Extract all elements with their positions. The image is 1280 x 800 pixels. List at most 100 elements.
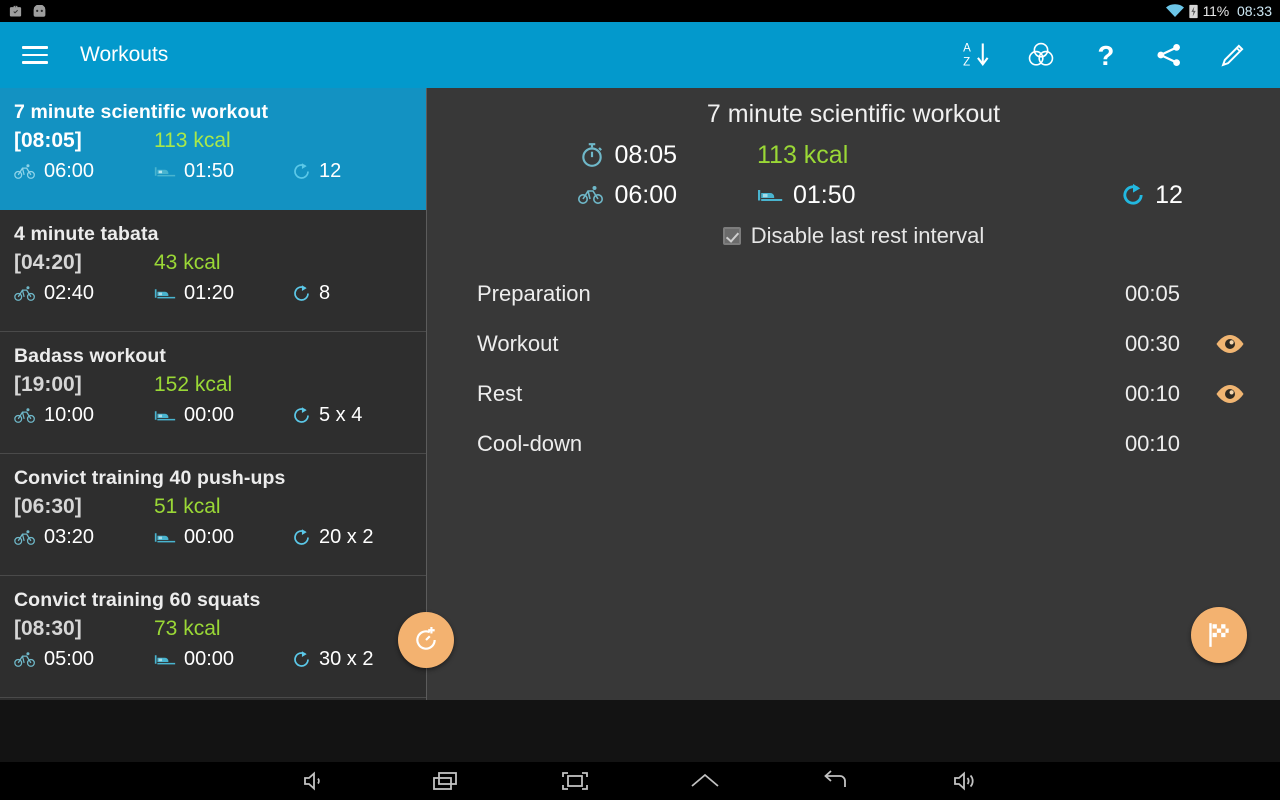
interval-name: Cool-down bbox=[477, 431, 583, 456]
battery-charging-icon bbox=[1188, 4, 1198, 18]
volume-high-icon bbox=[954, 771, 974, 791]
hamburger-menu-icon[interactable] bbox=[22, 38, 56, 72]
workout-name: 4 minute tabata bbox=[14, 223, 159, 245]
workout-name: 7 minute scientific workout bbox=[14, 101, 269, 123]
app-toolbar: Workouts A Z ? bbox=[0, 22, 1280, 88]
start-workout-fab[interactable] bbox=[1191, 607, 1247, 663]
interval-name: Rest bbox=[477, 381, 523, 406]
system-navigation-bar bbox=[0, 762, 1280, 800]
pencil-edit-icon bbox=[1221, 44, 1244, 67]
interval-time: 00:05 bbox=[1124, 281, 1180, 306]
back-button[interactable] bbox=[800, 764, 870, 798]
stopwatch-icon bbox=[580, 142, 604, 168]
bed-icon bbox=[757, 186, 783, 204]
workout-list-item[interactable]: 7 minute scientific workout [08:05] 113 … bbox=[0, 88, 426, 210]
bicycle-icon bbox=[14, 163, 36, 180]
workout-name: Convict training 60 squats bbox=[14, 589, 261, 611]
workout-list-item[interactable]: 4 minute tabata [04:20] 43 kcal 02:40 01… bbox=[0, 210, 426, 332]
checkbox-box[interactable] bbox=[722, 227, 741, 245]
detail-active-time: 06:00 bbox=[614, 180, 677, 209]
detail-title: 7 minute scientific workout bbox=[706, 100, 1001, 128]
bicycle-icon bbox=[14, 529, 36, 546]
venn-circles-icon bbox=[1028, 42, 1054, 66]
disable-last-rest-checkbox[interactable]: Disable last rest interval bbox=[427, 217, 1280, 255]
filter-tags-button[interactable] bbox=[1020, 34, 1062, 76]
ad-zone: x bbox=[0, 700, 1280, 762]
share-button[interactable] bbox=[1148, 34, 1190, 76]
interval-time: 00:10 bbox=[1124, 431, 1180, 456]
recents-icon bbox=[433, 772, 457, 790]
bed-icon bbox=[154, 164, 176, 179]
interval-time: 00:10 bbox=[1124, 381, 1180, 406]
bicycle-icon bbox=[14, 651, 36, 668]
workout-kcal: 113 kcal bbox=[154, 129, 231, 152]
edit-button[interactable] bbox=[1212, 34, 1254, 76]
detail-repeats: 12 bbox=[1155, 180, 1183, 209]
workout-active-time: 03:20 bbox=[44, 526, 95, 548]
workout-repeats: 8 bbox=[319, 282, 331, 304]
workout-list-item[interactable]: Convict training 60 squats [08:30] 73 kc… bbox=[0, 576, 426, 698]
fullscreen-icon bbox=[562, 772, 588, 790]
sort-alphabetical-icon: A Z bbox=[963, 43, 989, 68]
back-arrow-icon bbox=[824, 770, 846, 787]
interval-time: 00:30 bbox=[1124, 331, 1180, 356]
interval-name: Preparation bbox=[477, 281, 591, 306]
interval-eye-slot[interactable] bbox=[1180, 384, 1280, 404]
workout-total-time: [19:00] bbox=[14, 373, 82, 396]
workout-rest-time: 00:00 bbox=[184, 404, 235, 426]
detail-total-time: 08:05 bbox=[614, 140, 677, 169]
bicycle-icon bbox=[14, 407, 36, 424]
bed-icon bbox=[154, 408, 176, 423]
help-button[interactable]: ? bbox=[1084, 34, 1126, 76]
workout-list-item[interactable]: Badass workout [19:00] 152 kcal 10:00 00… bbox=[0, 332, 426, 454]
recents-button[interactable] bbox=[410, 764, 480, 798]
interval-list: Preparation 00:05 Workout 00:30 Rest 00:… bbox=[427, 269, 1280, 469]
repeat-refresh-icon bbox=[292, 162, 311, 181]
screenshot-button[interactable] bbox=[540, 764, 610, 798]
workout-kcal: 73 kcal bbox=[154, 617, 221, 640]
repeat-refresh-icon bbox=[292, 650, 311, 669]
workout-repeats: 20 x 2 bbox=[319, 526, 374, 548]
workout-kcal: 152 kcal bbox=[154, 373, 233, 396]
interval-row[interactable]: Preparation 00:05 bbox=[427, 269, 1280, 319]
interval-row[interactable]: Cool-down 00:10 bbox=[427, 419, 1280, 469]
workout-rest-time: 01:50 bbox=[184, 160, 235, 182]
home-icon bbox=[691, 773, 719, 787]
battery-percent: 11% bbox=[1202, 3, 1230, 19]
bed-icon bbox=[154, 530, 176, 545]
interval-name: Workout bbox=[477, 331, 559, 356]
checkered-flag-icon bbox=[1209, 623, 1229, 647]
workout-list-item[interactable]: Convict training 40 push-ups [06:30] 51 … bbox=[0, 454, 426, 576]
workout-total-time: [08:05] bbox=[14, 129, 82, 152]
volume-down-button[interactable] bbox=[280, 764, 350, 798]
bed-icon bbox=[154, 286, 176, 301]
workout-repeats: 30 x 2 bbox=[319, 648, 374, 670]
workout-detail-panel: 7 minute scientific workout 08:05 113 kc… bbox=[427, 88, 1280, 700]
workout-active-time: 06:00 bbox=[44, 160, 95, 182]
workout-name: Convict training 40 push-ups bbox=[14, 467, 286, 489]
detail-kcal: 113 kcal bbox=[757, 140, 849, 169]
svg-text:?: ? bbox=[1098, 40, 1115, 70]
clock-time: 08:33 bbox=[1236, 3, 1272, 19]
volume-up-button[interactable] bbox=[930, 764, 1000, 798]
question-mark-icon: ? bbox=[1098, 40, 1115, 70]
bicycle-icon bbox=[578, 185, 604, 205]
interval-eye-slot[interactable] bbox=[1180, 334, 1280, 354]
volume-low-icon bbox=[304, 771, 320, 791]
status-bar-right-icons: 11% 08:33 bbox=[1165, 3, 1272, 19]
interval-row[interactable]: Workout 00:30 bbox=[427, 319, 1280, 369]
add-workout-fab[interactable] bbox=[398, 612, 454, 668]
home-button[interactable] bbox=[670, 764, 740, 798]
add-timer-icon bbox=[416, 627, 436, 650]
workout-total-time: [06:30] bbox=[14, 495, 82, 518]
interval-row[interactable]: Rest 00:10 bbox=[427, 369, 1280, 419]
eye-icon[interactable] bbox=[1215, 384, 1245, 404]
app-root: 11% 08:33 Workouts A Z ? 7 minute scient… bbox=[0, 0, 1280, 800]
checkbox-label: Disable last rest interval bbox=[750, 223, 985, 248]
sort-az-button[interactable]: A Z bbox=[956, 34, 998, 76]
repeat-refresh-icon bbox=[1121, 183, 1145, 207]
workout-total-time: [08:30] bbox=[14, 617, 82, 640]
detail-summary-stats: 08:05 113 kcal 06:00 01:50 12 Disable la… bbox=[427, 135, 1280, 255]
workout-list[interactable]: 7 minute scientific workout [08:05] 113 … bbox=[0, 88, 427, 700]
eye-icon[interactable] bbox=[1215, 334, 1245, 354]
